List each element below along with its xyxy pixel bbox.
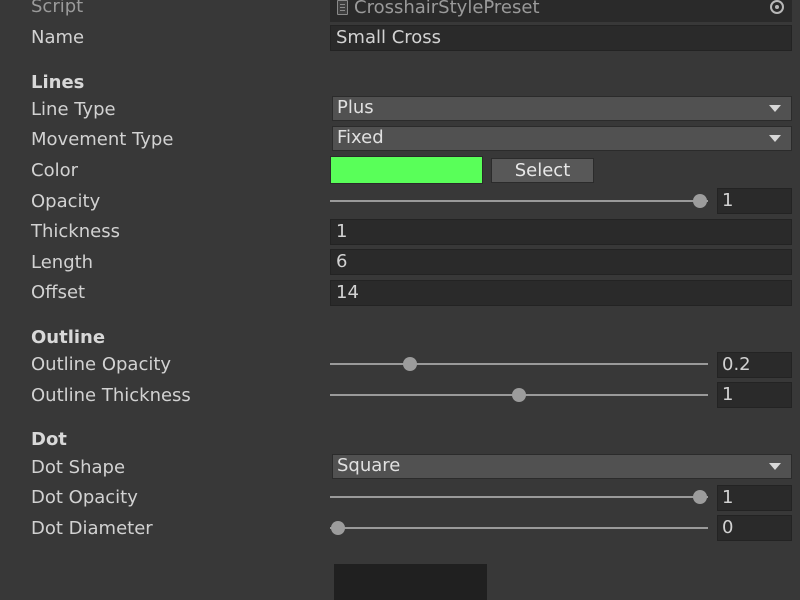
slider-thumb[interactable]	[403, 357, 418, 371]
slider-thumb[interactable]	[693, 194, 707, 208]
thickness-input[interactable]: 1	[330, 219, 792, 245]
offset-input[interactable]: 14	[330, 280, 792, 306]
name-label: Name	[31, 27, 85, 48]
color-label: Color	[31, 160, 78, 181]
chevron-down-icon	[769, 135, 781, 142]
chevron-down-icon	[769, 463, 781, 470]
script-object-field[interactable]: CrosshairStylePreset	[330, 0, 792, 22]
dot-shape-value: Square	[337, 455, 401, 476]
dot-diameter-input[interactable]: 0	[717, 515, 792, 541]
opacity-label: Opacity	[31, 191, 101, 212]
slider-track	[330, 363, 708, 365]
slider-thumb[interactable]	[512, 388, 526, 402]
target-icon[interactable]	[770, 0, 784, 14]
opacity-input[interactable]: 1	[717, 188, 792, 214]
dot-shape-dropdown[interactable]: Square	[332, 454, 792, 479]
lines-header: Lines	[31, 72, 85, 93]
offset-label: Offset	[31, 282, 86, 303]
outline-thickness-label: Outline Thickness	[31, 385, 191, 406]
outline-thickness-input[interactable]: 1	[717, 382, 792, 408]
script-label: Script	[31, 0, 84, 17]
dot-header: Dot	[31, 429, 67, 450]
line-type-label: Line Type	[31, 99, 116, 120]
outline-opacity-input[interactable]: 0.2	[717, 352, 792, 378]
dot-opacity-label: Dot Opacity	[31, 487, 138, 508]
inspector-panel: Script CrosshairStylePreset Name Small C…	[0, 0, 800, 600]
color-swatch[interactable]	[330, 156, 483, 184]
name-input[interactable]: Small Cross	[330, 25, 792, 51]
slider-track	[330, 527, 708, 529]
slider-track	[330, 496, 708, 498]
outline-opacity-slider[interactable]	[330, 354, 708, 374]
movement-type-value: Fixed	[337, 127, 384, 148]
outline-thickness-slider[interactable]	[330, 385, 708, 405]
script-value: CrosshairStylePreset	[354, 0, 540, 18]
script-file-icon	[337, 0, 348, 15]
length-label: Length	[31, 252, 94, 273]
crosshair-preview	[334, 564, 487, 600]
dot-shape-label: Dot Shape	[31, 457, 126, 478]
dot-opacity-input[interactable]: 1	[717, 485, 792, 511]
dot-diameter-slider[interactable]	[330, 518, 708, 538]
slider-track	[330, 200, 708, 202]
dot-opacity-slider[interactable]	[330, 487, 708, 507]
outline-header: Outline	[31, 327, 106, 348]
dot-diameter-label: Dot Diameter	[31, 518, 153, 539]
movement-type-dropdown[interactable]: Fixed	[332, 126, 792, 151]
opacity-slider[interactable]	[330, 191, 708, 211]
thickness-label: Thickness	[31, 221, 120, 242]
line-type-value: Plus	[337, 97, 374, 118]
chevron-down-icon	[769, 105, 781, 112]
slider-thumb[interactable]	[693, 490, 707, 504]
line-type-dropdown[interactable]: Plus	[332, 96, 792, 121]
movement-type-label: Movement Type	[31, 129, 174, 150]
outline-opacity-label: Outline Opacity	[31, 354, 172, 375]
slider-thumb[interactable]	[331, 521, 345, 535]
select-color-button[interactable]: Select	[491, 158, 594, 183]
length-input[interactable]: 6	[330, 249, 792, 275]
